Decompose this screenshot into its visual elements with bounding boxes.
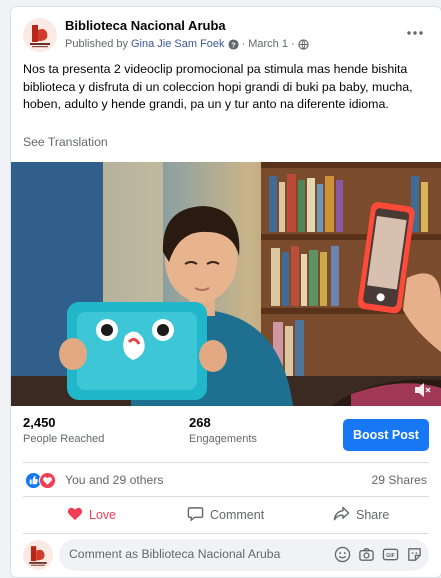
see-translation-link[interactable]: See Translation	[23, 135, 108, 149]
post-card: Biblioteca Nacional Aruba Published by G…	[10, 6, 441, 578]
love-label: Love	[89, 508, 117, 522]
comment-label: Comment	[210, 508, 265, 522]
love-button[interactable]: Love	[67, 499, 116, 531]
engagements-label: Engagements	[189, 433, 257, 445]
comment-button[interactable]: Comment	[187, 499, 264, 531]
reaction-icons[interactable]	[25, 472, 56, 494]
divider	[23, 533, 429, 534]
gif-icon[interactable]: GIF	[382, 546, 399, 568]
reactions-bar: You and 29 others 29 Shares	[11, 465, 441, 495]
comment-input[interactable]: Comment as Biblioteca Nacional Aruba GIF	[59, 539, 429, 571]
love-icon	[67, 506, 83, 524]
meta-separator: ·	[241, 38, 246, 50]
post-header: Biblioteca Nacional Aruba Published by G…	[11, 7, 441, 59]
comment-icon	[187, 506, 204, 525]
share-icon	[333, 506, 350, 524]
love-reaction-icon	[39, 472, 56, 494]
reaction-summary[interactable]: You and 29 others	[65, 473, 164, 487]
camera-icon[interactable]	[358, 546, 375, 568]
share-button[interactable]: Share	[333, 499, 389, 531]
share-label: Share	[356, 508, 390, 522]
post-stats: 2,450 People Reached 268 Engagements Boo…	[11, 407, 441, 463]
composer-avatar	[23, 540, 53, 570]
divider	[23, 462, 429, 463]
more-dots-icon[interactable]	[403, 21, 427, 45]
post-meta: Published by Gina Jie Sam Foek ? · March…	[65, 38, 309, 50]
engagements-count: 268	[189, 415, 211, 430]
page-logo[interactable]	[23, 18, 57, 52]
people-reached-label: People Reached	[23, 433, 105, 445]
boost-post-button[interactable]: Boost Post	[343, 419, 429, 451]
published-by-label: Published by	[65, 38, 128, 50]
emoji-icon[interactable]	[334, 546, 351, 568]
volume-muted-icon[interactable]	[413, 382, 431, 398]
page-name[interactable]: Biblioteca Nacional Aruba	[65, 18, 226, 33]
comment-composer: Comment as Biblioteca Nacional Aruba GIF	[11, 535, 441, 575]
people-reached-count: 2,450	[23, 415, 56, 430]
shares-count[interactable]: 29 Shares	[371, 473, 427, 487]
action-bar: Love Comment Share	[11, 499, 441, 531]
comment-placeholder: Comment as Biblioteca Nacional Aruba	[69, 547, 281, 561]
divider	[23, 496, 429, 497]
globe-icon	[297, 38, 309, 50]
post-video[interactable]	[11, 162, 441, 406]
svg-text:GIF: GIF	[386, 553, 396, 559]
sticker-icon[interactable]	[406, 546, 423, 568]
verified-icon: ?	[228, 38, 239, 50]
post-date[interactable]: March 1	[248, 38, 288, 50]
post-text: Nos ta presenta 2 videoclip promocional …	[23, 62, 413, 111]
author-link[interactable]: Gina Jie Sam Foek	[131, 38, 225, 50]
composer-tools: GIF	[334, 546, 423, 568]
svg-text:?: ?	[231, 40, 236, 49]
meta-separator: ·	[290, 38, 295, 50]
